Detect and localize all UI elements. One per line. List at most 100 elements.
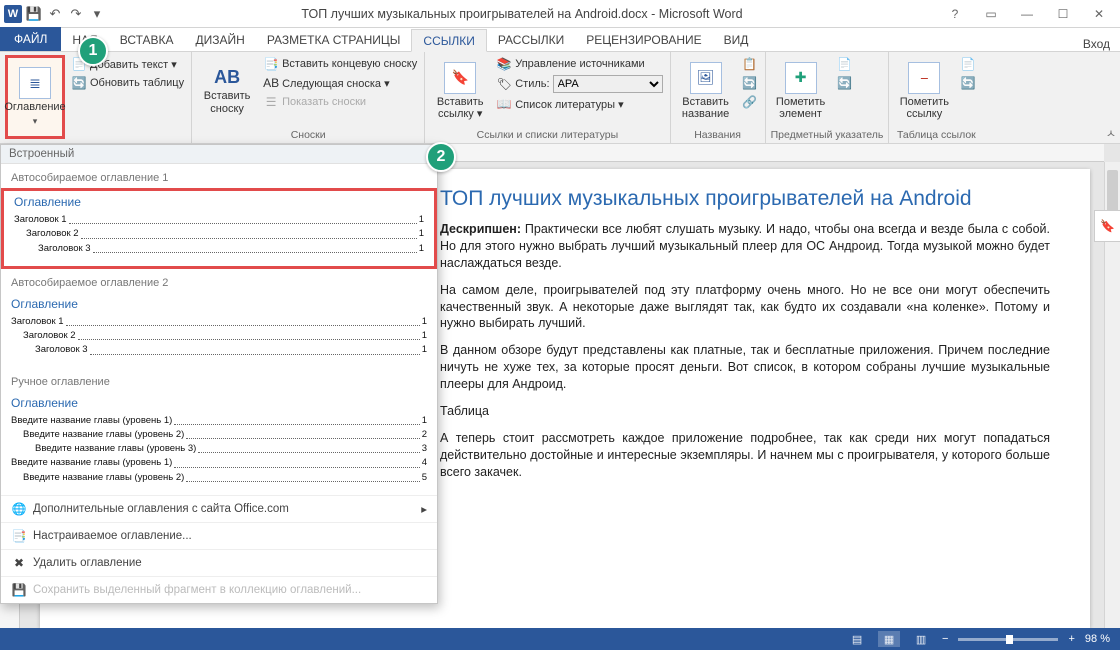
mark-entry-button[interactable]: ✚ Пометить элемент — [771, 55, 831, 127]
update-index-button[interactable]: 🔄 — [835, 74, 855, 92]
collapse-ribbon-icon[interactable]: ㅅ — [1106, 125, 1116, 141]
save-icon[interactable]: 💾 — [25, 5, 43, 23]
custom-toc[interactable]: 📑Настраиваемое оглавление... — [1, 522, 437, 549]
next-footnote-icon: AB — [263, 75, 279, 91]
toc-entry: Введите название главы (уровень 3)3 — [11, 442, 427, 456]
citation-style-row: 🏷Стиль: APA — [494, 74, 664, 94]
toc-entry: Заголовок 31 — [11, 343, 427, 357]
zoom-slider[interactable] — [958, 638, 1058, 641]
show-notes-icon: ☰ — [263, 94, 279, 110]
custom-toc-icon: 📑 — [11, 528, 27, 544]
style-icon: 🏷 — [496, 76, 512, 92]
group-index: ✚ Пометить элемент 📄 🔄 Предметный указат… — [766, 52, 890, 143]
group-toa: ⎯ Пометить ссылку 📄 🔄 Таблица ссылок — [889, 52, 983, 143]
toc-entry: Заголовок 21 — [11, 329, 427, 343]
statusbar: ▤ ▦ ▥ − + 98 % — [0, 628, 1120, 650]
caption-extra-2[interactable]: 🔄 — [740, 74, 760, 92]
cross-ref-icon: 🔗 — [742, 94, 758, 110]
doc-paragraph: Таблица — [440, 403, 1050, 420]
doc-paragraph: В данном обзоре будут представлены как п… — [440, 342, 1050, 393]
office-icon: 🌐 — [11, 501, 27, 517]
group-captions: 🖼 Вставить название 📋 🔄 🔗 Названия — [671, 52, 766, 143]
web-layout-icon[interactable]: ▥ — [910, 631, 932, 647]
toc-entry: Введите название главы (уровень 1)1 — [11, 414, 427, 428]
ab-icon: AB — [214, 67, 240, 88]
manage-sources-icon: 📚 — [496, 56, 512, 72]
remove-toc[interactable]: ✖Удалить оглавление — [1, 549, 437, 576]
caption-extra-3[interactable]: 🔗 — [740, 93, 760, 111]
update-table-button[interactable]: 🔄Обновить таблицу — [69, 74, 186, 92]
doc-paragraph: Дескрипшен: Практически все любят слушат… — [440, 221, 1050, 272]
insert-index-button[interactable]: 📄 — [835, 55, 855, 73]
show-footnotes-button[interactable]: ☰Показать сноски — [261, 93, 419, 111]
toc-entry: Заголовок 11 — [14, 213, 424, 227]
update-toa-icon: 🔄 — [960, 75, 976, 91]
toc-manual[interactable]: Оглавление Введите название главы (урове… — [1, 392, 437, 495]
citation-icon: 🔖 — [444, 62, 476, 94]
remove-icon: ✖ — [11, 555, 27, 571]
qat-more-icon[interactable]: ▾ — [88, 5, 106, 23]
tab-insert[interactable]: ВСТАВКА — [109, 28, 185, 51]
group-citations: 🔖 Вставить ссылку ▾ 📚Управление источник… — [425, 52, 670, 143]
gallery-section-title: Автособираемое оглавление 1 — [1, 164, 437, 188]
doc-paragraph: На самом деле, проигрывателей под эту пл… — [440, 282, 1050, 333]
insert-footnote-button[interactable]: AB Вставить сноску — [197, 55, 257, 127]
toc-button[interactable]: ≣ Оглавление ▾ — [5, 55, 65, 139]
toc-icon: ≣ — [19, 67, 51, 99]
titlebar: W 💾 ↶ ↷ ▾ ТОП лучших музыкальных проигры… — [0, 0, 1120, 28]
read-mode-icon[interactable]: ▤ — [846, 631, 868, 647]
toc-auto-2[interactable]: Оглавление Заголовок 11Заголовок 21Загол… — [1, 293, 437, 368]
update-toa-button[interactable]: 🔄 — [958, 74, 978, 92]
manage-sources-button[interactable]: 📚Управление источниками — [494, 55, 664, 73]
ribbon-tabs: ФАЙЛ НАЯ ВСТАВКА ДИЗАЙН РАЗМЕТКА СТРАНИЦ… — [0, 28, 1120, 52]
citation-style-select[interactable]: APA — [553, 75, 663, 93]
bookmark-tab-icon[interactable]: 🔖 — [1094, 210, 1120, 242]
word-logo-icon: W — [4, 5, 22, 23]
toc-entry: Введите название главы (уровень 1)4 — [11, 456, 427, 470]
next-footnote-button[interactable]: ABСледующая сноска ▾ — [261, 74, 419, 92]
tab-review[interactable]: РЕЦЕНЗИРОВАНИЕ — [575, 28, 712, 51]
minimize-icon[interactable]: — — [1010, 3, 1044, 25]
toc-entry: Заголовок 21 — [14, 227, 424, 241]
doc-heading: ТОП лучших музыкальных проигрывателей на… — [440, 187, 1050, 211]
update-index-icon: 🔄 — [837, 75, 853, 91]
print-layout-icon[interactable]: ▦ — [878, 631, 900, 647]
toc-entry: Введите название главы (уровень 2)5 — [11, 471, 427, 485]
close-icon[interactable]: ✕ — [1082, 3, 1116, 25]
endnote-icon: 📑 — [263, 56, 279, 72]
caption-extra-1[interactable]: 📋 — [740, 55, 760, 73]
insert-caption-button[interactable]: 🖼 Вставить название — [676, 55, 736, 127]
redo-icon[interactable]: ↷ — [67, 5, 85, 23]
mark-citation-icon: ⎯ — [908, 62, 940, 94]
insert-toa-button[interactable]: 📄 — [958, 55, 978, 73]
insert-index-icon: 📄 — [837, 56, 853, 72]
signin-link[interactable]: Вход — [1073, 37, 1120, 51]
zoom-in-button[interactable]: + — [1068, 633, 1074, 645]
update-figures-icon: 🔄 — [742, 75, 758, 91]
tab-view[interactable]: ВИД — [713, 28, 760, 51]
zoom-out-button[interactable]: − — [942, 633, 948, 645]
tab-file[interactable]: ФАЙЛ — [0, 27, 61, 51]
zoom-thumb[interactable] — [1006, 635, 1013, 644]
undo-icon[interactable]: ↶ — [46, 5, 64, 23]
window-title: ТОП лучших музыкальных проигрывателей на… — [106, 7, 938, 21]
ribbon-options-icon[interactable]: ▭ — [974, 3, 1008, 25]
toc-auto-1[interactable]: Оглавление Заголовок 11Заголовок 21Загол… — [1, 188, 437, 269]
insert-endnote-button[interactable]: 📑Вставить концевую сноску — [261, 55, 419, 73]
tab-layout[interactable]: РАЗМЕТКА СТРАНИЦЫ — [256, 28, 412, 51]
tab-mailings[interactable]: РАССЫЛКИ — [487, 28, 575, 51]
help-icon[interactable]: ? — [938, 3, 972, 25]
maximize-icon[interactable]: ☐ — [1046, 3, 1080, 25]
save-toc-selection: 💾Сохранить выделенный фрагмент в коллекц… — [1, 576, 437, 603]
gallery-section-title: Автособираемое оглавление 2 — [1, 269, 437, 293]
bibliography-button[interactable]: 📖Список литературы ▾ — [494, 95, 664, 113]
tab-references[interactable]: ССЫЛКИ — [411, 29, 486, 52]
group-footnotes: AB Вставить сноску 📑Вставить концевую сн… — [192, 52, 425, 143]
toc-gallery: Встроенный Автособираемое оглавление 1 О… — [0, 144, 438, 604]
zoom-level[interactable]: 98 % — [1085, 633, 1110, 645]
insert-citation-button[interactable]: 🔖 Вставить ссылку ▾ — [430, 55, 490, 127]
more-toc-office[interactable]: 🌐Дополнительные оглавления с сайта Offic… — [1, 495, 437, 522]
tab-design[interactable]: ДИЗАЙН — [185, 28, 256, 51]
toc-entry: Заголовок 11 — [11, 315, 427, 329]
mark-citation-button[interactable]: ⎯ Пометить ссылку — [894, 55, 954, 127]
